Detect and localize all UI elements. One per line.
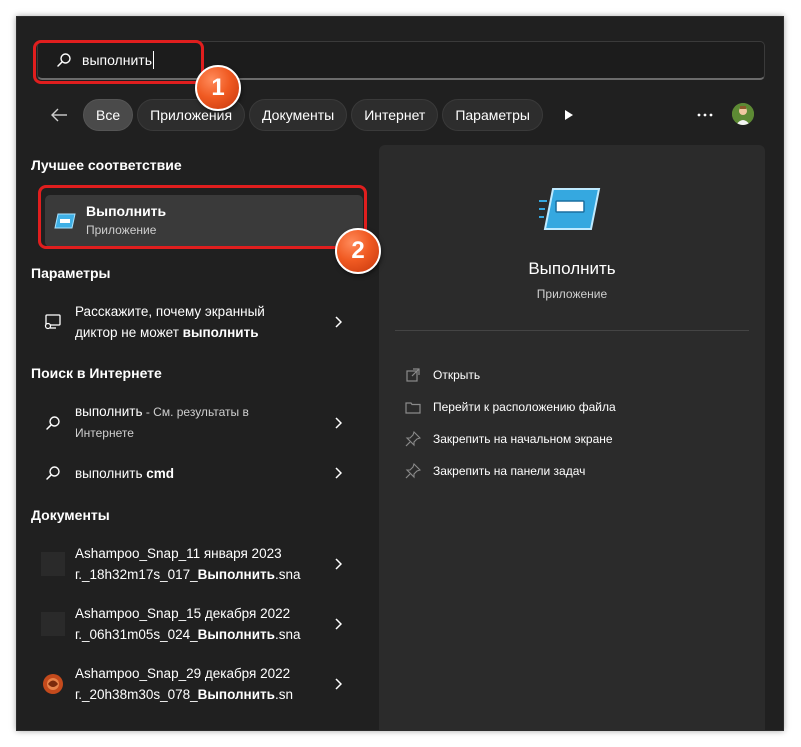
- filter-internet[interactable]: Интернет: [351, 99, 439, 131]
- folder-icon: [405, 402, 421, 414]
- document-line2: г._18h32m17s_017_: [75, 567, 198, 582]
- web-search-line2: Интернете: [75, 426, 134, 440]
- action-open[interactable]: Открыть: [405, 367, 480, 383]
- details-subtitle: Приложение: [536, 287, 608, 301]
- document-result[interactable]: Ashampoo_Snap_15 декабря 2022 г._06h31m0…: [25, 603, 355, 645]
- filter-all[interactable]: Все: [83, 99, 134, 131]
- ellipsis-icon: [697, 113, 713, 117]
- step-badge-2: 2: [335, 228, 381, 274]
- narrator-settings-icon: [41, 310, 65, 334]
- web-search-cmd-bold: cmd: [146, 465, 175, 481]
- action-pin-taskbar[interactable]: Закрепить на панели задач: [405, 463, 585, 479]
- document-line2: г._06h31m05s_024_: [75, 627, 198, 642]
- document-line2-ext: .sn: [274, 687, 293, 702]
- chevron-right-icon: [333, 466, 343, 480]
- web-search-result[interactable]: выполнить - См. результаты в Интернете: [25, 401, 355, 444]
- action-pin-start[interactable]: Закрепить на начальном экране: [405, 431, 613, 447]
- pin-icon: [405, 431, 421, 447]
- action-open-location-label: Перейти к расположению файла: [433, 400, 616, 414]
- chevron-right-icon: [333, 557, 343, 571]
- ashampoo-app-icon: [41, 672, 65, 696]
- document-line2-bold: Выполнить: [197, 567, 275, 582]
- chevron-right-icon: [333, 315, 343, 329]
- document-result[interactable]: Ashampoo_Snap_11 января 2023 г._18h32m17…: [25, 543, 355, 585]
- details-panel: Выполнить Приложение Открыть Перейти к р…: [379, 145, 765, 730]
- web-search-suffix: - См. результаты в: [142, 405, 249, 419]
- open-external-icon: [406, 368, 420, 382]
- divider: [395, 330, 749, 331]
- settings-heading: Параметры: [31, 265, 111, 281]
- settings-result-line2: диктор не может: [75, 325, 183, 340]
- document-line2-bold: Выполнить: [197, 687, 275, 702]
- action-pin-start-label: Закрепить на начальном экране: [433, 432, 613, 446]
- search-icon: [41, 461, 65, 485]
- play-icon: [564, 110, 573, 120]
- web-search-cmd-query: выполнить: [75, 465, 147, 481]
- back-button[interactable]: [45, 101, 73, 129]
- chevron-right-icon: [333, 677, 343, 691]
- document-line1: Ashampoo_Snap_15 декабря 2022: [75, 606, 291, 621]
- action-open-location[interactable]: Перейти к расположению файла: [405, 399, 616, 415]
- chevron-right-icon: [333, 416, 343, 430]
- arrow-left-icon: [51, 108, 67, 122]
- document-line2-ext: .sna: [274, 627, 301, 642]
- document-thumbnail: [41, 552, 65, 576]
- details-title: Выполнить: [528, 259, 616, 278]
- document-line2-ext: .sna: [274, 567, 301, 582]
- web-search-cmd-result[interactable]: выполнить cmd: [25, 461, 355, 485]
- filter-settings[interactable]: Параметры: [442, 99, 543, 131]
- run-app-icon: [539, 188, 601, 230]
- document-line1: Ashampoo_Snap_11 января 2023: [75, 546, 282, 561]
- documents-heading: Документы: [31, 507, 110, 523]
- more-filters-button[interactable]: [555, 101, 583, 129]
- filter-bar: Все Приложения Документы Интернет Параме…: [45, 99, 583, 131]
- action-pin-taskbar-label: Закрепить на панели задач: [433, 464, 586, 478]
- more-options-button[interactable]: [693, 103, 717, 127]
- action-open-label: Открыть: [433, 368, 481, 382]
- document-result[interactable]: Ashampoo_Snap_29 декабря 2022 г._20h38m3…: [25, 663, 355, 705]
- avatar-icon: [732, 103, 754, 125]
- highlight-best-match: [38, 185, 367, 249]
- user-avatar[interactable]: [732, 103, 754, 125]
- start-search-window: выполнить Все Приложения Документы Интер…: [16, 16, 784, 731]
- document-line1: Ashampoo_Snap_29 декабря 2022: [75, 666, 291, 681]
- settings-result-line1: Расскажите, почему экранный: [75, 304, 265, 319]
- document-thumbnail: [41, 612, 65, 636]
- filter-documents[interactable]: Документы: [249, 99, 348, 131]
- chevron-right-icon: [333, 617, 343, 631]
- pin-icon: [405, 463, 421, 479]
- settings-result-bold: выполнить: [182, 325, 259, 340]
- settings-result[interactable]: Расскажите, почему экранный диктор не мо…: [25, 301, 355, 343]
- web-search-heading: Поиск в Интернете: [31, 365, 162, 381]
- document-line2-bold: Выполнить: [197, 627, 275, 642]
- best-match-heading: Лучшее соответствие: [31, 157, 182, 173]
- step-badge-1: 1: [195, 65, 241, 111]
- document-line2: г._20h38m30s_078_: [75, 687, 198, 702]
- highlight-search-box: [33, 40, 204, 84]
- web-search-query: выполнить: [75, 404, 143, 419]
- search-icon: [41, 411, 65, 435]
